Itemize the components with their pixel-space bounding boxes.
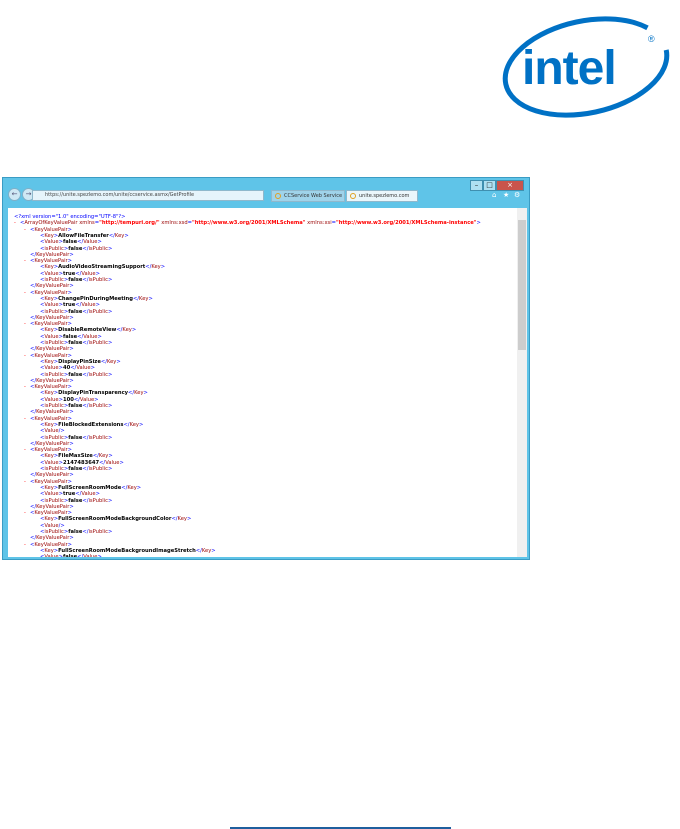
svg-text:intel: intel [522, 42, 616, 95]
ie-icon [275, 193, 281, 199]
xml-root-open: - <ArrayOfKeyValuePair xmlns="http://temp… [14, 220, 481, 227]
intel-logo: intel ® [502, 16, 670, 118]
xml-content: <?xml version="1.0" encoding="UTF-8"?> - <… [8, 208, 517, 557]
tab-ccservice[interactable]: CCService Web Service [271, 190, 345, 202]
ie-icon [350, 193, 356, 199]
browser-window-screenshot: – □ × ← → https://unite.spezlemo.com/uni… [2, 177, 530, 560]
tab-unite[interactable]: unite.spezlemo.com [346, 190, 418, 202]
xml-value: <Value>false</Value> [40, 554, 102, 557]
maximize-button[interactable]: □ [483, 180, 496, 191]
back-button[interactable]: ← [8, 188, 21, 201]
tab-label: CCService Web Service [284, 193, 343, 199]
close-button[interactable]: × [496, 180, 524, 191]
settings-icon[interactable]: ⚙ [514, 191, 520, 199]
home-icon[interactable]: ⌂ [492, 191, 496, 199]
scrollbar[interactable] [517, 208, 527, 557]
scrollbar-thumb[interactable] [518, 220, 526, 350]
tab-label: unite.spezlemo.com [359, 193, 410, 199]
address-bar[interactable]: https://unite.spezlemo.com/unite/ccservi… [32, 190, 264, 201]
minimize-button[interactable]: – [470, 180, 483, 191]
favorites-icon[interactable]: ★ [503, 191, 509, 199]
svg-text:®: ® [648, 34, 655, 44]
